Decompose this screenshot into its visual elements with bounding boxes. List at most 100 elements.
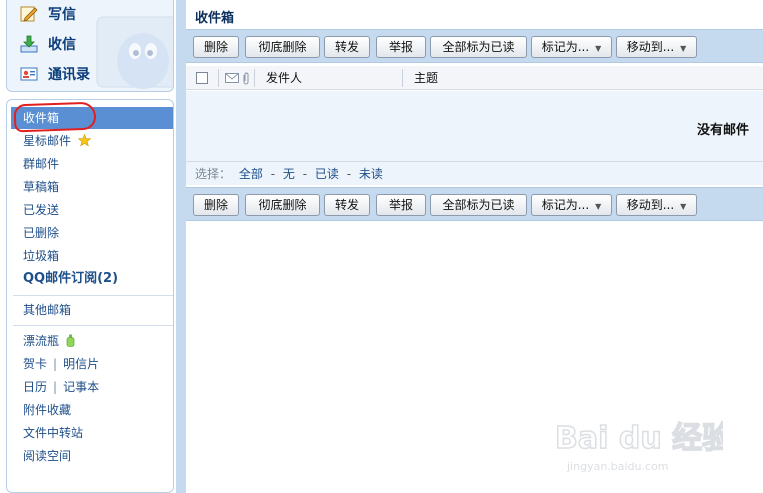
mark-as-dropdown[interactable]: 标记为... ▼: [531, 194, 612, 216]
dash-separator: -: [270, 167, 276, 181]
contacts-label: 通讯录: [48, 67, 90, 83]
column-divider: [218, 69, 219, 87]
delete-permanent-button[interactable]: 彻底删除: [245, 36, 320, 58]
forward-button[interactable]: 转发: [324, 194, 370, 216]
red-highlight-annotation: [13, 101, 97, 133]
toolbar-top: 删除 彻底删除 转发 举报 全部标为已读 标记为... ▼ 移动到... ▼: [186, 29, 763, 63]
mark-as-dropdown[interactable]: 标记为... ▼: [531, 36, 612, 58]
mail-list-empty: 没有邮件: [186, 91, 763, 161]
sidebar-item-label: 星标邮件: [23, 134, 72, 148]
select-read-link[interactable]: 已读: [315, 167, 339, 181]
watermark-brand: Bai du 经验: [555, 421, 723, 456]
sidebar-item-label: 漂流瓶: [23, 334, 60, 348]
report-button[interactable]: 举报: [376, 36, 426, 58]
report-button[interactable]: 举报: [376, 194, 426, 216]
sidebar-item-label: 群邮件: [23, 157, 60, 171]
sidebar-divider: [13, 295, 173, 296]
delete-button[interactable]: 删除: [193, 194, 239, 216]
page-title: 收件箱: [195, 11, 235, 26]
sidebar-item-label: 附件收藏: [23, 403, 72, 417]
sidebar-item-file-transfer[interactable]: 文件中转站: [7, 422, 173, 444]
sidebar-item-reading-space[interactable]: 阅读空间: [7, 445, 173, 467]
compose-button[interactable]: 写信: [19, 1, 76, 27]
mark-all-read-button[interactable]: 全部标为已读: [430, 36, 527, 58]
contacts-card-icon: [19, 64, 39, 84]
sidebar-item-label: 已删除: [23, 226, 60, 240]
receive-download-icon: [19, 34, 39, 54]
dash-separator: -: [346, 167, 352, 181]
move-to-dropdown[interactable]: 移动到... ▼: [616, 36, 697, 58]
sidebar-item-label: 阅读空间: [23, 449, 72, 463]
sidebar-item-other-mailboxes[interactable]: 其他邮箱: [7, 299, 173, 321]
baidu-jingyan-watermark-icon: Bai du 经验 jingyan.baidu.com: [554, 420, 723, 473]
select-unread-link[interactable]: 未读: [359, 167, 383, 181]
compose-label: 写信: [48, 7, 76, 23]
chevron-down-icon: ▼: [595, 202, 602, 211]
column-divider: [402, 69, 403, 87]
sidebar-item-spam[interactable]: 垃圾箱: [7, 245, 173, 267]
select-all-checkbox[interactable]: [196, 72, 208, 84]
select-filter-row: 选择： 全部 - 无 - 已读 - 未读: [186, 161, 763, 185]
qq-penguin-decoration-icon: [96, 16, 173, 89]
pipe-separator: |: [53, 357, 58, 371]
column-divider: [254, 69, 255, 87]
sidebar-edge: [176, 0, 186, 493]
receive-label: 收信: [48, 37, 76, 53]
move-to-label: 移动到...: [626, 198, 675, 212]
toolbar-bottom: 删除 彻底删除 转发 举报 全部标为已读 标记为... ▼ 移动到... ▼: [186, 187, 763, 221]
sidebar-item-attachments[interactable]: 附件收藏: [7, 399, 173, 421]
sidebar-divider: [13, 325, 173, 326]
subject-column-header[interactable]: 主题: [414, 66, 438, 90]
empty-message: 没有邮件: [696, 123, 749, 138]
pipe-separator: |: [53, 380, 58, 394]
delete-permanent-button[interactable]: 彻底删除: [245, 194, 320, 216]
sidebar-item-cards-row: 贺卡 | 明信片: [7, 353, 173, 375]
contacts-button[interactable]: 通讯录: [19, 61, 90, 87]
select-all-link[interactable]: 全部: [239, 167, 263, 181]
sidebar-item-notes[interactable]: 记事本: [63, 380, 99, 394]
chevron-down-icon: ▼: [680, 44, 687, 53]
sidebar-item-group-mail[interactable]: 群邮件: [7, 153, 173, 175]
compose-pencil-icon: [19, 4, 39, 24]
chevron-down-icon: ▼: [680, 202, 687, 211]
select-lead-label: 选择：: [195, 167, 232, 181]
mark-as-label: 标记为...: [541, 198, 590, 212]
bottle-icon: [66, 334, 75, 347]
sidebar-item-deleted[interactable]: 已删除: [7, 222, 173, 244]
sidebar-item-label: QQ邮件订阅(2): [23, 271, 119, 286]
move-to-label: 移动到...: [626, 40, 675, 54]
watermark-url: jingyan.baidu.com: [566, 460, 669, 473]
sidebar-item-label: 草稿箱: [23, 180, 60, 194]
forward-button[interactable]: 转发: [324, 36, 370, 58]
sidebar-item-card[interactable]: 贺卡: [23, 357, 47, 371]
sidebar: 写信 收信 通讯录 收件箱 星标邮件 群邮件 草稿箱 已发送 已删除 垃圾箱 Q…: [0, 0, 186, 493]
sidebar-item-sent[interactable]: 已发送: [7, 199, 173, 221]
sidebar-item-label: 文件中转站: [23, 426, 84, 440]
delete-button[interactable]: 删除: [193, 36, 239, 58]
envelope-icon: [225, 73, 239, 83]
sidebar-item-postcard[interactable]: 明信片: [63, 357, 99, 371]
sidebar-item-starred[interactable]: 星标邮件: [7, 130, 173, 152]
main-content: 收件箱 删除 彻底删除 转发 举报 全部标为已读 标记为... ▼ 移动到... ▼…: [186, 0, 763, 493]
sidebar-item-drift-bottle[interactable]: 漂流瓶: [7, 330, 173, 352]
chevron-down-icon: ▼: [595, 44, 602, 53]
sidebar-item-calendar-row: 日历 | 记事本: [7, 376, 173, 398]
sidebar-item-drafts[interactable]: 草稿箱: [7, 176, 173, 198]
folder-panel: 收件箱 星标邮件 群邮件 草稿箱 已发送 已删除 垃圾箱 QQ邮件订阅(2) 其…: [6, 99, 174, 493]
sidebar-item-calendar[interactable]: 日历: [23, 380, 47, 394]
sender-column-header[interactable]: 发件人: [266, 66, 302, 90]
move-to-dropdown[interactable]: 移动到... ▼: [616, 194, 697, 216]
paperclip-icon: [243, 72, 249, 85]
receive-button[interactable]: 收信: [19, 31, 76, 57]
quick-actions-panel: 写信 收信 通讯录: [6, 0, 174, 92]
sidebar-item-label: 垃圾箱: [23, 249, 60, 263]
mail-list-header: 发件人 主题: [186, 66, 763, 90]
sidebar-item-qq-subscriptions[interactable]: QQ邮件订阅(2): [7, 268, 173, 290]
star-icon: [77, 133, 92, 147]
mark-all-read-button[interactable]: 全部标为已读: [430, 194, 527, 216]
sidebar-item-label: 其他邮箱: [23, 303, 72, 317]
dash-separator: -: [302, 167, 308, 181]
mark-as-label: 标记为...: [541, 40, 590, 54]
select-none-link[interactable]: 无: [283, 167, 295, 181]
sidebar-item-label: 已发送: [23, 203, 60, 217]
